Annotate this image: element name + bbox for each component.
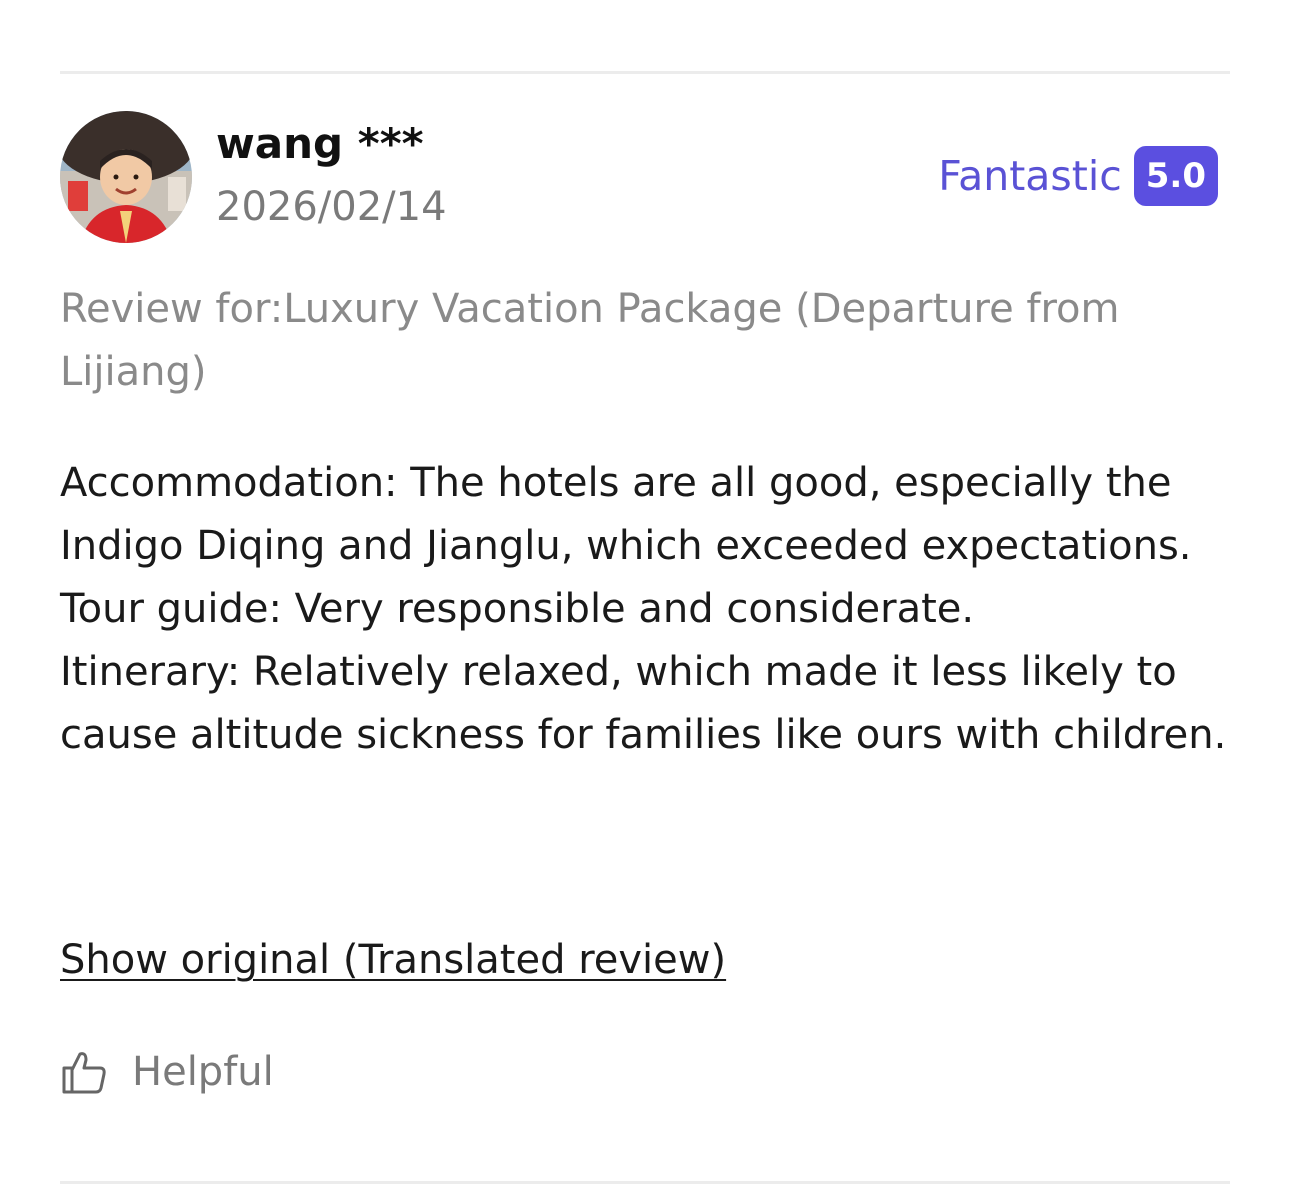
- thumbs-up-icon: [60, 1048, 108, 1096]
- helpful-button[interactable]: Helpful: [60, 1044, 274, 1100]
- review-for-product: Review for:Luxury Vacation Package (Depa…: [60, 286, 1120, 395]
- rating-score-badge: 5.0: [1133, 146, 1218, 206]
- avatar[interactable]: [60, 111, 192, 243]
- bottom-divider: [60, 1181, 1230, 1184]
- helpful-label: Helpful: [132, 1049, 274, 1095]
- rating-label: Fantastic: [938, 152, 1122, 200]
- show-original-link[interactable]: Show original (Translated review): [60, 930, 726, 990]
- review-body: Accommodation: The hotels are all good, …: [60, 452, 1240, 767]
- review-paragraph: Itinerary: Relatively relaxed, which mad…: [60, 649, 1227, 758]
- user-name: wang ***: [216, 119, 424, 168]
- rating: Fantastic 5.0: [938, 146, 1218, 206]
- review-paragraph: Accommodation: The hotels are all good, …: [60, 460, 1192, 569]
- top-divider: [60, 71, 1230, 74]
- review-date: 2026/02/14: [216, 184, 447, 230]
- review-paragraph: Tour guide: Very responsible and conside…: [60, 586, 975, 632]
